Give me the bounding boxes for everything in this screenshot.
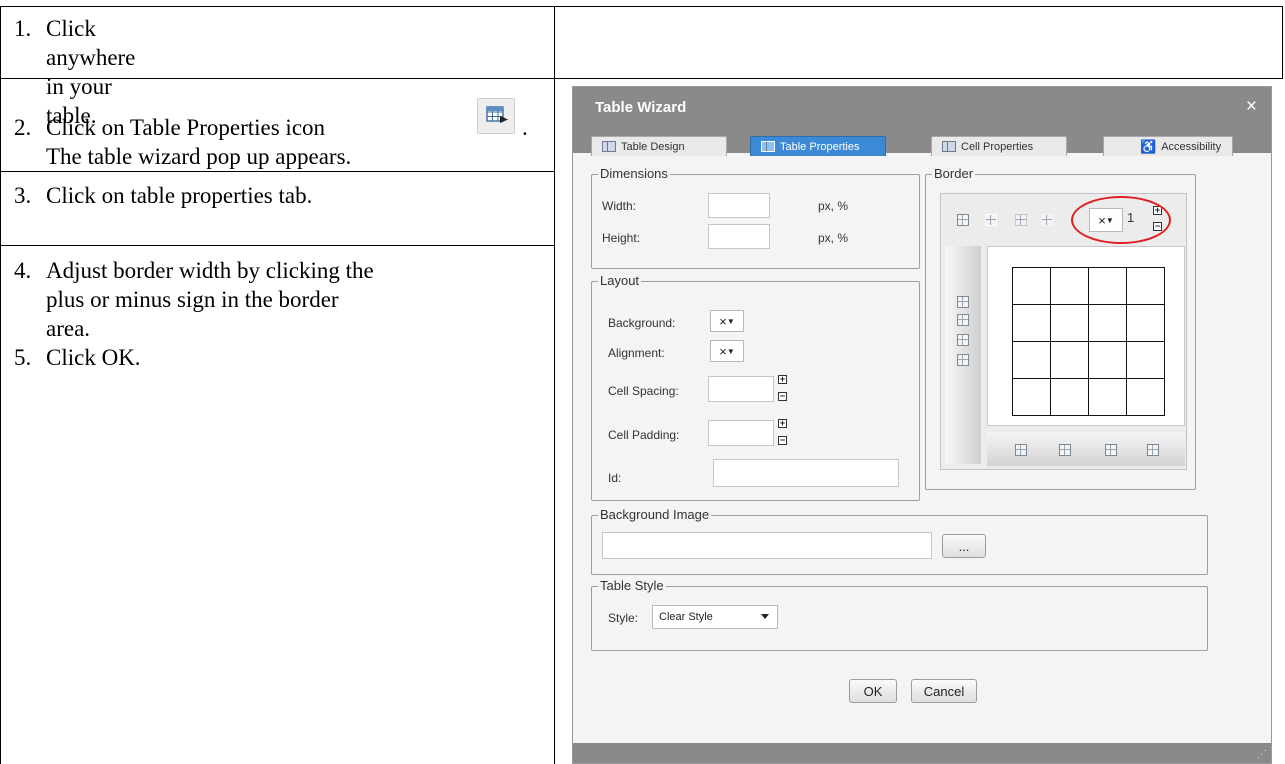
dimensions-legend: Dimensions	[598, 166, 670, 181]
resize-grip-icon[interactable]: ⋰	[1257, 749, 1267, 760]
step-text: Adjust border width by clicking the	[46, 258, 374, 283]
dialog-title-bar[interactable]: Table Wizard	[573, 87, 1271, 127]
table-style-legend: Table Style	[598, 578, 666, 593]
accessibility-icon: ♿	[1140, 138, 1157, 154]
layout-group: Layout Background: × ▼ Alignment: × ▼ Cell…	[591, 273, 920, 501]
tab-cell-properties[interactable]: Cell Properties	[931, 136, 1067, 156]
alignment-dropdown[interactable]: × ▼	[710, 340, 744, 362]
step-2-period: .	[522, 115, 528, 140]
border-right-icon[interactable]	[957, 334, 969, 346]
border-group: Border × ▼ 1 + −	[925, 166, 1196, 490]
step-text: Click on Table Properties icon	[46, 115, 326, 140]
height-unit: px, %	[818, 231, 849, 245]
chevron-down-icon: ▼	[726, 346, 735, 356]
plus-icon[interactable]: +	[778, 375, 787, 384]
step-number: 4.	[14, 258, 32, 283]
width-label: Width:	[602, 199, 637, 213]
plus-icon[interactable]: +	[778, 419, 787, 428]
table-border-right	[1282, 6, 1283, 78]
border-legend: Border	[932, 166, 976, 181]
border-panel: × ▼ 1 + −	[940, 193, 1187, 470]
table-border-left	[0, 6, 1, 764]
tab-accessibility[interactable]: ♿ Accessibility	[1103, 136, 1233, 156]
minus-icon[interactable]: −	[778, 392, 787, 401]
border-inner-icon[interactable]	[985, 214, 997, 226]
border-left-icon[interactable]	[957, 296, 969, 308]
height-input[interactable]	[708, 224, 770, 249]
dimensions-group: Dimensions Width: px, % Height: px, %	[591, 166, 920, 269]
table-column-divider	[554, 6, 555, 764]
style-label: Style:	[608, 611, 639, 625]
step-number: 5.	[14, 345, 32, 370]
border-top-icon[interactable]	[1015, 444, 1027, 456]
step-text: Click on table properties tab.	[46, 183, 313, 208]
chevron-down-icon: ▼	[726, 316, 735, 326]
no-color-x-icon: ×	[719, 313, 727, 329]
tab-label: Accessibility	[1161, 140, 1222, 153]
table-properties-tab-icon	[761, 141, 775, 152]
table-design-icon	[602, 141, 616, 152]
browse-button[interactable]: ...	[942, 534, 986, 558]
table-border-top	[0, 6, 1283, 7]
border-preview	[987, 246, 1185, 426]
border-center-icon[interactable]	[957, 314, 969, 326]
height-label: Height:	[602, 231, 641, 245]
cell-properties-icon	[942, 141, 956, 152]
border-outer-icon[interactable]	[957, 214, 969, 226]
cell-spacing-label: Cell Spacing:	[608, 384, 679, 398]
id-input[interactable]	[713, 459, 899, 487]
step-text: Click OK.	[46, 345, 141, 370]
chevron-down-icon	[761, 614, 769, 619]
background-image-input[interactable]	[602, 532, 932, 559]
row-divider-1	[0, 78, 1283, 79]
border-bottom-icon[interactable]	[1105, 444, 1117, 456]
background-image-legend: Background Image	[598, 507, 712, 522]
cell-padding-label: Cell Padding:	[608, 428, 680, 442]
close-icon[interactable]: ×	[1246, 96, 1257, 118]
step-text-line-2: plus or minus sign in the border	[46, 287, 339, 312]
width-unit: px, %	[818, 199, 849, 213]
tab-label: Table Design	[621, 140, 685, 153]
table-properties-icon	[477, 98, 515, 134]
border-vertical-icon[interactable]	[957, 354, 969, 366]
border-none-icon[interactable]	[1015, 214, 1027, 226]
dialog-footer: ⋰	[573, 743, 1271, 763]
step-number: 3.	[14, 183, 32, 208]
row-divider-2	[0, 171, 555, 172]
border-middle-icon[interactable]	[1059, 444, 1071, 456]
cell-spacing-input[interactable]	[708, 376, 774, 402]
width-input[interactable]	[708, 193, 770, 218]
row-divider-3	[0, 245, 555, 246]
ok-button[interactable]: OK	[849, 679, 897, 703]
side-border-strip	[945, 246, 981, 464]
style-select-value: Clear Style	[659, 611, 713, 623]
step-number: 2.	[14, 115, 32, 140]
bottom-border-strip	[987, 432, 1185, 466]
cell-padding-input[interactable]	[708, 420, 774, 446]
step-text-line-3: area.	[46, 316, 91, 341]
border-horizontal-icon[interactable]	[1147, 444, 1159, 456]
tab-table-properties[interactable]: Table Properties	[750, 136, 886, 156]
background-color-dropdown[interactable]: × ▼	[710, 310, 744, 332]
border-preview-grid	[1012, 267, 1165, 416]
table-style-group: Table Style Style: Clear Style	[591, 578, 1208, 651]
annotation-circle	[1071, 196, 1171, 244]
background-image-group: Background Image ...	[591, 507, 1208, 575]
tab-label: Table Properties	[780, 140, 860, 153]
border-inner-faint-icon[interactable]	[1041, 214, 1053, 226]
tab-table-design[interactable]: Table Design	[591, 136, 727, 156]
background-label: Background:	[608, 316, 676, 330]
alignment-label: Alignment:	[608, 346, 665, 360]
step-text-line-2: The table wizard pop up appears.	[46, 144, 352, 169]
step-number: 1.	[14, 16, 32, 41]
table-wizard-dialog: Table Wizard × Table Design Table Proper…	[572, 86, 1272, 764]
id-label: Id:	[608, 471, 622, 485]
style-select[interactable]: Clear Style	[652, 605, 778, 629]
tab-label: Cell Properties	[961, 140, 1034, 153]
minus-icon[interactable]: −	[778, 436, 787, 445]
dialog-title: Table Wizard	[595, 98, 687, 116]
layout-legend: Layout	[598, 273, 642, 288]
no-color-x-icon: ×	[719, 343, 727, 359]
cancel-button[interactable]: Cancel	[911, 679, 977, 703]
